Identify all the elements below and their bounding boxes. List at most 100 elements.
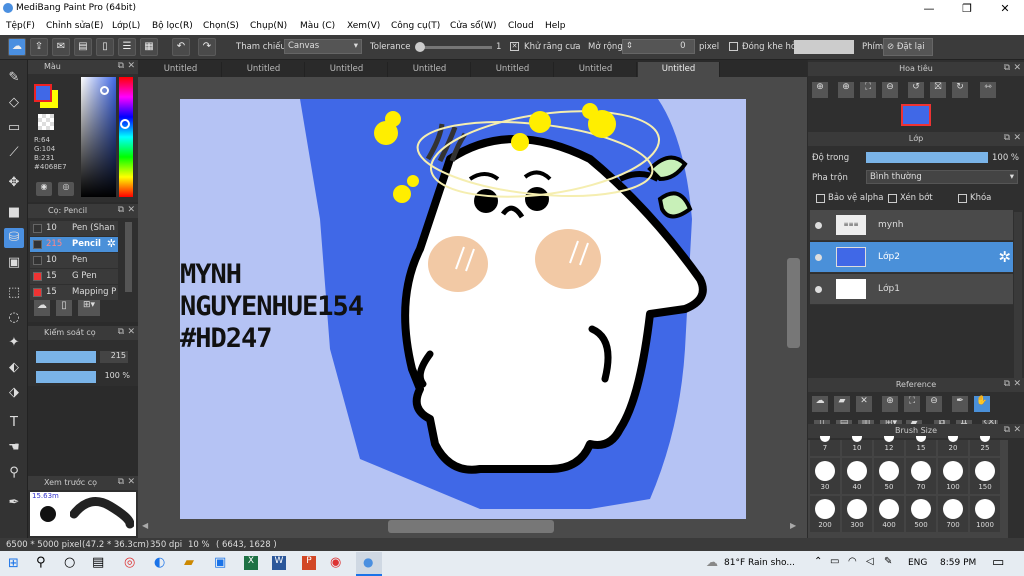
expand-input[interactable]: ⇕ 0 xyxy=(622,39,695,54)
reference-select[interactable]: Canvas ▾ xyxy=(284,39,362,54)
battery-icon[interactable]: ▭ xyxy=(830,556,839,567)
size-value[interactable]: 215 xyxy=(100,351,128,363)
language-indicator[interactable]: ENG xyxy=(908,558,927,568)
undo-icon[interactable]: ↶ xyxy=(172,38,190,56)
tab-untitled-3[interactable]: Untitled xyxy=(306,62,388,77)
menu-select[interactable]: Chọn(S) xyxy=(203,21,239,31)
chat-icon[interactable]: ▤ xyxy=(74,38,92,56)
zoom-in-icon[interactable]: ⊕ xyxy=(812,82,828,98)
brush-list-item[interactable]: 215 Pencil ✲ xyxy=(30,237,118,252)
document-icon[interactable]: ▯ xyxy=(96,38,114,56)
layer-row-lop2[interactable]: Lớp2 ✲ xyxy=(810,242,1013,273)
maximize-button[interactable]: ❐ xyxy=(948,0,986,18)
brush-size-cell[interactable]: 700 xyxy=(938,496,968,532)
move-icon[interactable]: ✥ xyxy=(4,173,24,193)
powerpoint-icon[interactable]: P xyxy=(302,556,316,570)
new-brush-icon[interactable]: ▯ xyxy=(56,300,72,316)
close-icon[interactable]: ✕ xyxy=(1013,133,1021,143)
close-icon[interactable]: ✕ xyxy=(1013,379,1021,389)
tab-untitled-active[interactable]: Untitled xyxy=(638,62,720,77)
network-icon[interactable]: ◠ xyxy=(848,556,857,567)
eye-icon[interactable] xyxy=(815,286,822,293)
brush-size-cell[interactable]: 30 xyxy=(810,458,840,494)
zoom-out-icon[interactable]: ⊖ xyxy=(882,82,898,98)
brush-size-cell[interactable]: 50 xyxy=(874,458,904,494)
tolerance-slider-handle[interactable] xyxy=(415,42,425,52)
transparent-swatch[interactable] xyxy=(38,114,54,130)
task-view-icon[interactable]: ▤ xyxy=(92,555,104,570)
popout-icon[interactable]: ⧉ xyxy=(118,327,124,337)
lasso-icon[interactable]: ◌ xyxy=(4,308,24,328)
layers-scrollbar[interactable] xyxy=(1014,212,1022,402)
reset-view-icon[interactable]: ⛝ xyxy=(930,82,946,98)
menu-tools[interactable]: Công cụ(T) xyxy=(391,21,440,31)
clipping-checkbox[interactable] xyxy=(888,194,897,203)
menu-layer[interactable]: Lớp(L) xyxy=(112,21,140,31)
brush-size-cell[interactable]: 40 xyxy=(842,458,872,494)
brush-size-cell[interactable]: 7 xyxy=(810,436,840,456)
open-folder-icon[interactable]: ▰ xyxy=(834,396,850,412)
scroll-right-icon[interactable]: ▶ xyxy=(790,521,796,530)
app-icon-1[interactable]: ◎ xyxy=(124,555,135,570)
redo-icon[interactable]: ↷ xyxy=(198,38,216,56)
popout-icon[interactable]: ⧉ xyxy=(1004,379,1010,389)
eye-icon[interactable] xyxy=(815,254,822,261)
popout-icon[interactable]: ⧉ xyxy=(1004,133,1010,143)
popout-icon[interactable]: ⧉ xyxy=(1004,63,1010,73)
brush-list-item[interactable]: 10 Pen xyxy=(30,253,118,268)
brush-size-cell[interactable]: 150 xyxy=(970,458,1000,494)
layer-row-mynh[interactable]: ≡≡≡ mynh xyxy=(810,210,1013,241)
saturation-cursor[interactable] xyxy=(100,86,109,95)
store-icon[interactable]: ▣ xyxy=(214,555,226,570)
hand-icon[interactable]: ✋ xyxy=(974,396,990,412)
clock[interactable]: 8:59 PM xyxy=(940,558,976,568)
cloud-icon[interactable]: ☁ xyxy=(8,38,26,56)
gradient-icon[interactable]: ▣ xyxy=(4,253,24,273)
blend-select[interactable]: Bình thường ▾ xyxy=(866,170,1018,184)
word-icon[interactable]: W xyxy=(272,556,286,570)
dropper-icon[interactable]: ✒ xyxy=(4,493,24,513)
excel-icon[interactable]: X xyxy=(244,556,258,570)
tab-untitled-4[interactable]: Untitled xyxy=(389,62,471,77)
brush-size-cell[interactable]: 400 xyxy=(874,496,904,532)
brush-size-cell[interactable]: 70 xyxy=(906,458,936,494)
brush-size-cell[interactable]: 100 xyxy=(938,458,968,494)
horizontal-scrollbar[interactable] xyxy=(388,520,554,533)
eyedropper-icon[interactable]: ⚲ xyxy=(4,463,24,483)
flip-icon[interactable]: ⇿ xyxy=(980,82,996,98)
palette-icon[interactable]: ◉ xyxy=(36,182,52,196)
antialias-checkbox[interactable]: ✕ xyxy=(510,42,519,51)
minimize-button[interactable]: — xyxy=(910,0,948,18)
close-icon[interactable]: ✕ xyxy=(127,205,135,215)
reset-button[interactable]: ⊘ Đặt lại xyxy=(883,38,933,56)
close-icon[interactable]: ✕ xyxy=(1013,63,1021,73)
menu-filter[interactable]: Bộ lọc(R) xyxy=(152,21,193,31)
brush-list-item[interactable]: 10 Pen (Shan xyxy=(30,221,118,236)
chrome-icon[interactable]: ◉ xyxy=(330,555,341,570)
brush-scrollbar[interactable] xyxy=(125,222,132,292)
close-icon[interactable]: ✕ xyxy=(127,327,135,337)
brush-size-cell[interactable]: 20 xyxy=(938,436,968,456)
tab-untitled-6[interactable]: Untitled xyxy=(555,62,637,77)
brush-size-cell[interactable]: 15 xyxy=(906,436,936,456)
hand-icon[interactable]: ☚ xyxy=(4,438,24,458)
tab-untitled-5[interactable]: Untitled xyxy=(472,62,554,77)
edge-icon[interactable]: ◐ xyxy=(154,555,165,570)
size-slider[interactable] xyxy=(36,351,96,363)
rectangle-icon[interactable]: ▭ xyxy=(4,118,24,138)
tray-chevron-icon[interactable]: ⌃ xyxy=(814,556,822,567)
cloud-brush-icon[interactable]: ☁ xyxy=(34,300,50,316)
close-icon[interactable]: ✕ xyxy=(1013,425,1021,435)
select-rect-icon[interactable]: ⬚ xyxy=(4,283,24,303)
gear-icon[interactable]: ✲ xyxy=(107,237,116,250)
weather-text[interactable]: 81°F Rain sho... xyxy=(724,558,795,568)
list-icon[interactable]: ☰ xyxy=(118,38,136,56)
popout-icon[interactable]: ⧉ xyxy=(118,61,124,71)
lock-checkbox[interactable] xyxy=(958,194,967,203)
palette-add-icon[interactable]: ◎ xyxy=(58,182,74,196)
popout-icon[interactable]: ⧉ xyxy=(118,477,124,487)
zoom-in-icon[interactable]: ⊕ xyxy=(882,396,898,412)
navigator-thumbnail[interactable] xyxy=(901,104,931,126)
select-pen-icon[interactable]: ⬖ xyxy=(4,358,24,378)
brush-add-icon[interactable]: ⊞▾ xyxy=(78,300,100,316)
